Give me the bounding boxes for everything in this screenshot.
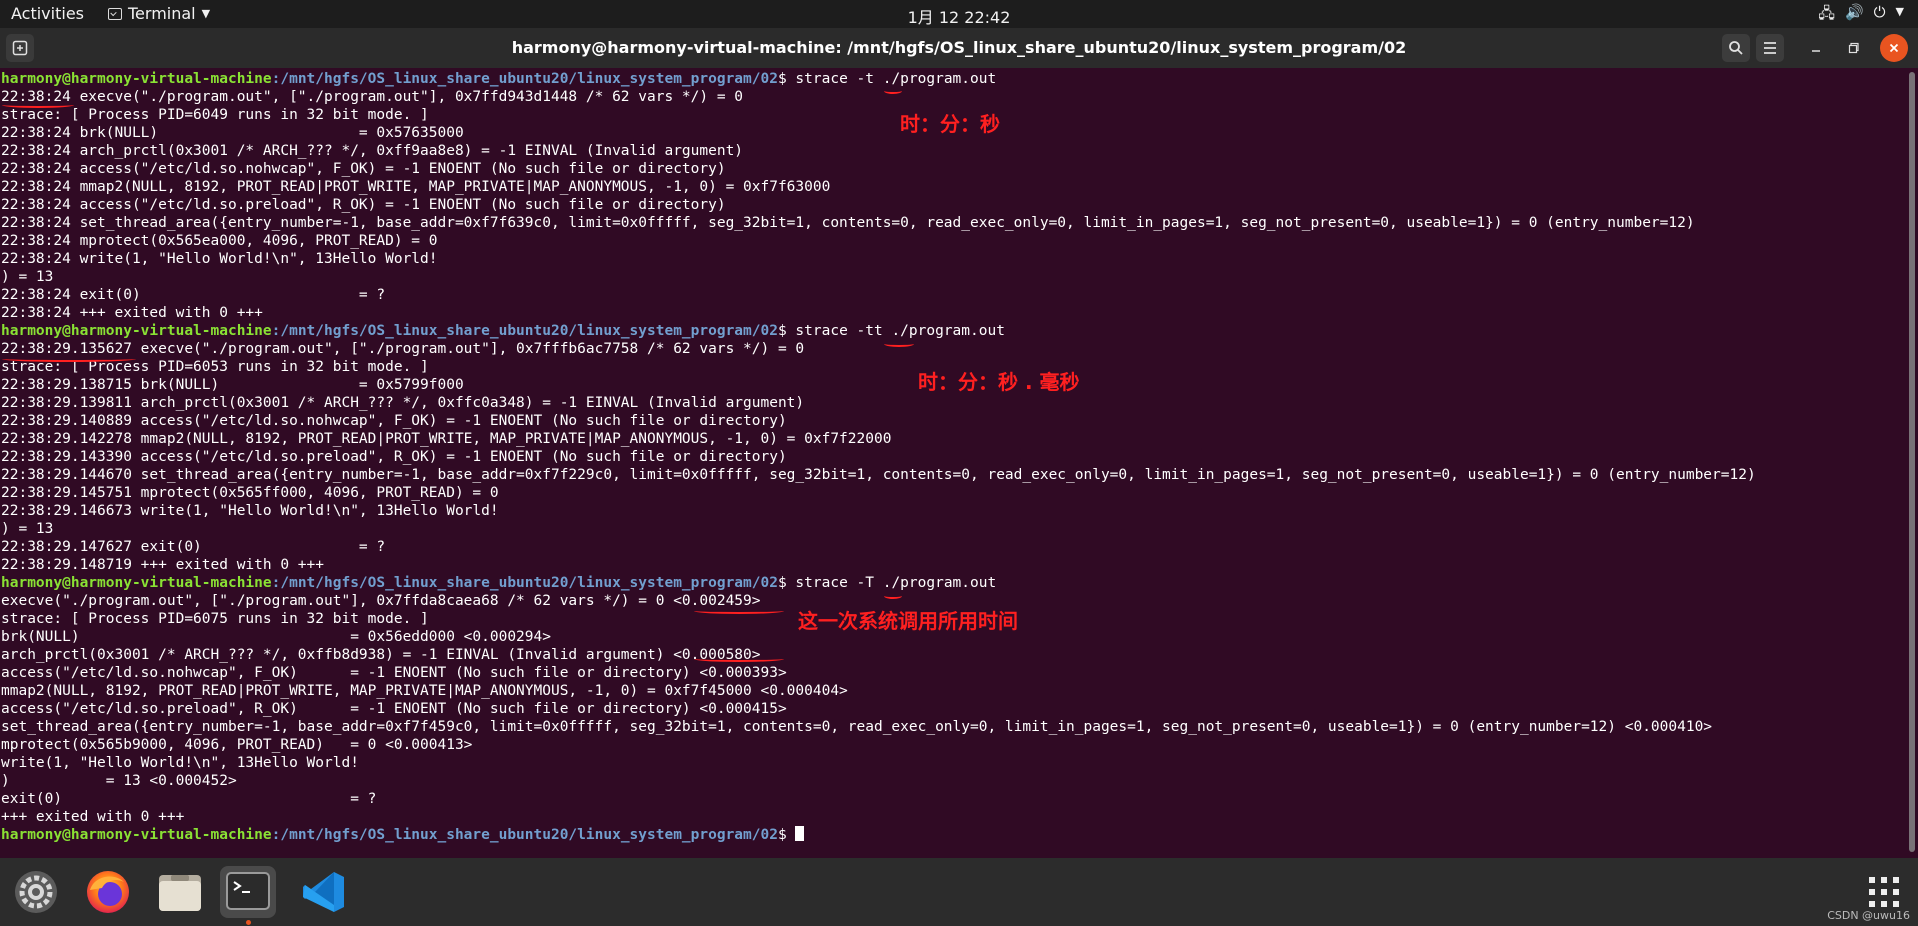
prompt-user-host: harmony@harmony-virtual-machine: [1, 323, 272, 339]
files-icon: [159, 875, 201, 911]
settings-launcher[interactable]: [8, 866, 64, 918]
hamburger-icon: [1764, 42, 1776, 54]
command-output: 22:38:29.135627 execve("./program.out", …: [1, 341, 1756, 573]
app-menu-label: Terminal: [128, 4, 196, 23]
firefox-icon: [87, 871, 129, 913]
annotation-label: 时：分：秒: [900, 112, 1000, 136]
prompt-path: :/mnt/hgfs/OS_linux_share_ubuntu20/linux…: [271, 575, 778, 591]
watermark: CSDN @uwu16: [1827, 909, 1910, 922]
dock: CSDN @uwu16: [0, 858, 1918, 926]
caret-down-icon: ▼: [1895, 5, 1904, 18]
annotation-label: 时：分：秒 . 毫秒: [918, 370, 1080, 394]
close-button[interactable]: [1880, 34, 1908, 62]
search-icon: [1729, 41, 1743, 55]
annotation-underline: [884, 593, 902, 599]
prompt-path: :/mnt/hgfs/OS_linux_share_ubuntu20/linux…: [271, 323, 778, 339]
text-cursor: [795, 826, 805, 841]
settings-icon: [15, 871, 57, 913]
vscode-icon: [303, 872, 344, 912]
prompt-user-host: harmony@harmony-virtual-machine: [1, 575, 272, 591]
maximize-button[interactable]: [1840, 34, 1868, 62]
command-output: 22:38:24 execve("./program.out", ["./pro…: [1, 89, 1695, 321]
vscode-launcher[interactable]: [296, 866, 352, 918]
annotation-underline: [694, 608, 784, 614]
command-line: strace -t ./program.out: [786, 71, 997, 87]
firefox-launcher[interactable]: [80, 866, 136, 918]
system-tray[interactable]: 🖧 🔊 ⏻ ▼: [1818, 3, 1904, 28]
minimize-button[interactable]: [1802, 34, 1830, 62]
network-icon: 🖧: [1818, 4, 1835, 22]
files-launcher[interactable]: [152, 866, 208, 918]
caret-down-icon: ▼: [201, 7, 211, 20]
close-icon: [1889, 43, 1899, 53]
restore-icon: [1848, 42, 1859, 54]
power-icon: ⏻: [1873, 3, 1886, 21]
prompt-symbol: $: [777, 71, 787, 87]
annotation-underline: [2, 102, 74, 108]
minimize-icon: [1812, 50, 1820, 52]
top-bar: Activities Terminal ▼ 1月 12 22:42 🖧 🔊 ⏻ …: [0, 0, 1918, 28]
prompt-symbol: $: [777, 323, 787, 339]
terminal-launcher[interactable]: [220, 866, 276, 918]
terminal-output[interactable]: harmony@harmony-virtual-machine:/mnt/hgf…: [0, 68, 1905, 858]
hamburger-menu-button[interactable]: [1756, 34, 1784, 62]
volume-icon: 🔊: [1844, 3, 1864, 21]
command-line: strace -tt ./program.out: [786, 323, 1005, 339]
running-indicator: [246, 920, 251, 925]
prompt-path: :/mnt/hgfs/OS_linux_share_ubuntu20/linux…: [271, 827, 778, 843]
app-grid-icon: [1869, 877, 1899, 907]
command-line: strace -T ./program.out: [786, 575, 997, 591]
prompt-user-host: harmony@harmony-virtual-machine: [1, 71, 272, 87]
prompt-symbol: $: [777, 575, 787, 591]
activities-button[interactable]: Activities: [11, 4, 84, 23]
prompt-symbol: $: [777, 827, 787, 843]
prompt-path: :/mnt/hgfs/OS_linux_share_ubuntu20/linux…: [271, 71, 778, 87]
window-title: harmony@harmony-virtual-machine: /mnt/hg…: [511, 38, 1407, 57]
annotation-underline: [884, 341, 914, 347]
clock[interactable]: 1月 12 22:42: [0, 4, 1918, 28]
annotation-underline: [2, 356, 136, 362]
window-header: harmony@harmony-virtual-machine: /mnt/hg…: [0, 28, 1918, 68]
terminal-small-icon: [108, 7, 122, 20]
annotation-underline: [884, 88, 902, 94]
scrollbar[interactable]: [1909, 72, 1915, 852]
annotation-label: 这一次系统调用所用时间: [798, 609, 1018, 633]
search-button[interactable]: [1722, 34, 1750, 62]
annotation-underline: [694, 656, 784, 662]
terminal-icon: [226, 872, 270, 910]
app-menu[interactable]: Terminal ▼: [108, 4, 210, 23]
prompt-user-host: harmony@harmony-virtual-machine: [1, 827, 272, 843]
